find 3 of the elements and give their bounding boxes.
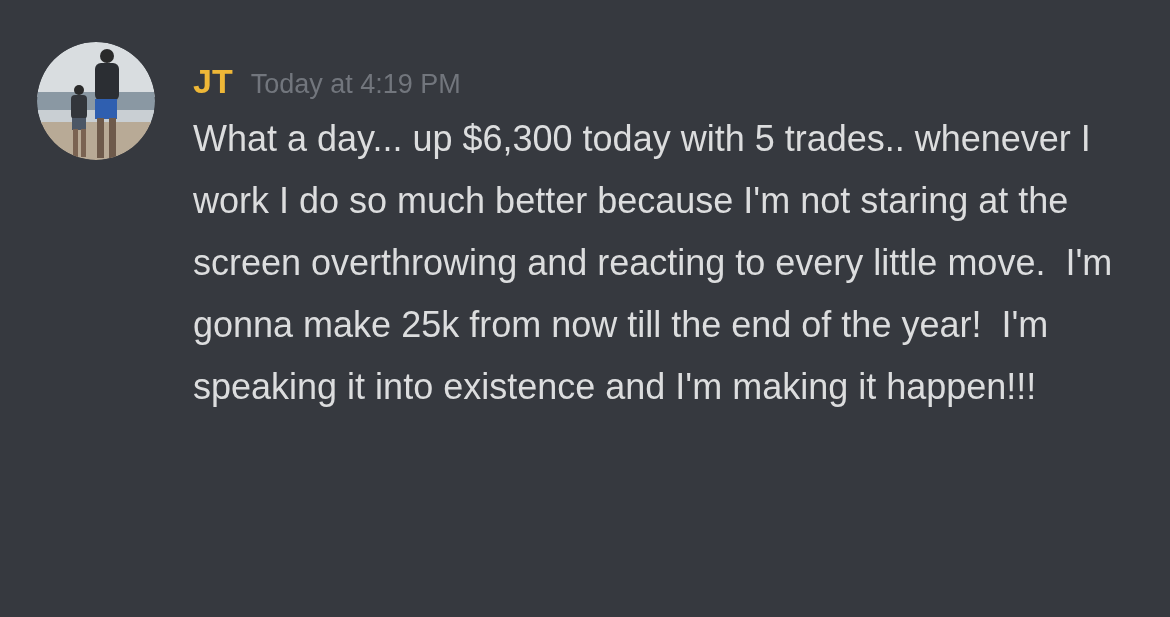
author-name[interactable]: JT: [193, 56, 233, 107]
timestamp: Today at 4:19 PM: [250, 68, 461, 101]
message-text: What a day... up $6,300 today with 5 trades.. whenever I work I do so much better because I'm not staring at the screen overthrowing and reacting to every little move. I'm gonna make 25k from now till the end of the year! I'm speaking it into existence and I'm making it happen!!!: [193, 117, 1114, 409]
